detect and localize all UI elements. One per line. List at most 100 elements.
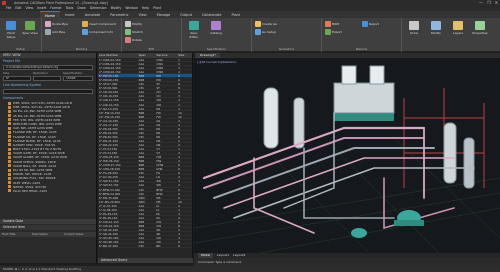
tab-annotate[interactable]: Annotate	[80, 11, 106, 18]
table-cell: 12	[178, 114, 182, 118]
table-cell: VT	[156, 151, 161, 155]
table-cell: 4"-HW-25-150	[99, 155, 119, 159]
tab-output[interactable]: Output	[175, 11, 197, 18]
component-tree-item[interactable]: PLUG HEX HEAD, A105	[0, 189, 96, 193]
rotate-icon	[125, 37, 131, 43]
ribbon-tabs: Home Insert Annotate Parametric View Man…	[0, 11, 500, 18]
report-button[interactable]: Report	[362, 21, 379, 27]
tab-plant[interactable]: Plant	[226, 11, 245, 18]
route-pipe-button[interactable]: Route Pipe	[45, 21, 68, 27]
spec-view-button[interactable]: Spec View	[22, 21, 38, 35]
plant-setup-button[interactable]: Plant Setup	[3, 21, 19, 39]
modify-button[interactable]: Modify	[125, 21, 142, 27]
table-cell: ST	[156, 86, 160, 90]
tab-view[interactable]: View	[134, 11, 152, 18]
tab-manage[interactable]: Manage	[152, 11, 175, 18]
line-number-field[interactable]	[3, 89, 93, 94]
table-cell: 6	[178, 163, 180, 167]
table-cell: 6"-PR-19-300	[99, 130, 118, 134]
col-field-title[interactable]: Field Title	[0, 232, 32, 237]
maximize-button[interactable]: ❐	[487, 0, 491, 5]
add-pipe-button[interactable]: Add Pipe	[45, 29, 65, 35]
bom-icon	[325, 21, 331, 27]
project-file-field[interactable]: C:\CADWorx\Plant\Project\Plant.cfg	[3, 65, 93, 70]
advanced-query-footer[interactable]: Advanced Query	[98, 258, 193, 263]
table-cell: C3C	[138, 244, 145, 248]
table-cell: B2B	[138, 110, 145, 114]
model-viewport[interactable]: Drawing1* [-][SE Isometric][Realistic]	[194, 53, 500, 258]
table-cell: 6	[178, 167, 180, 171]
table-cell: 2	[178, 138, 180, 142]
component-info-button[interactable]: Component Info	[82, 29, 113, 35]
draw-button[interactable]: Draw	[406, 21, 422, 35]
table-cell: 10"-FW-14-150	[99, 110, 121, 114]
table-cell: 2"-LO-30-150	[99, 175, 118, 179]
modify-tool-button[interactable]: Modify	[428, 21, 444, 35]
spec-editor-button[interactable]: Spec Editor	[186, 21, 202, 39]
table-cell: 3"-CD-10-150	[99, 94, 119, 98]
ribbon-group-isometrics: Create Iso Iso Setup Isometrics	[252, 18, 322, 52]
export-button[interactable]: Export	[325, 29, 342, 35]
table-cell: A1A	[138, 62, 145, 66]
spec-view-panel: SPEC VIEW Project File C:\CADWorx\Plant\…	[0, 53, 97, 263]
tab-parametric[interactable]: Parametric	[105, 11, 133, 18]
stretch-button[interactable]: Stretch	[125, 29, 143, 35]
section-line-numbering[interactable]: Line Numbering System	[0, 82, 96, 88]
table-cell: 6	[178, 130, 180, 134]
table-cell: LO	[156, 175, 161, 179]
table-cell: CHR	[156, 167, 163, 171]
component-icon	[8, 105, 11, 109]
specification-select[interactable]: 150LB	[63, 76, 93, 81]
table-cell: 2	[178, 62, 180, 66]
create-iso-button[interactable]: Create Iso	[255, 21, 277, 27]
rotate-button[interactable]: Rotate	[125, 37, 142, 43]
table-row[interactable]: 8"-BD-47-300 C3C BD 8	[98, 244, 192, 249]
table-cell: AIR	[156, 102, 162, 106]
table-cell: 8"-CW-42-150	[99, 223, 119, 227]
bom-button[interactable]: BOM	[325, 21, 339, 27]
table-cell: A1A	[138, 232, 145, 236]
table-cell: 8	[178, 82, 180, 86]
iso-setup-button[interactable]: Iso Setup	[255, 29, 276, 35]
component-icon	[8, 135, 11, 138]
tab-collaborate[interactable]: Collaborate	[197, 11, 227, 18]
minimize-button[interactable]: —	[479, 0, 483, 5]
table-cell: 6"-OD-46-150	[99, 240, 119, 244]
layers-button[interactable]: Layers	[450, 21, 466, 35]
table-cell: 1	[178, 147, 180, 151]
component-icon	[8, 151, 11, 155]
reduction-select[interactable]	[33, 76, 61, 81]
component-icon	[8, 122, 11, 126]
table-cell: 4	[178, 155, 180, 159]
tab-home[interactable]: Home	[40, 11, 61, 18]
table-cell: 8	[178, 171, 180, 175]
selected-item-header[interactable]: Selected Item	[0, 225, 96, 230]
table-cell: MS	[156, 195, 161, 199]
table-cell: 8"-PR-20-300	[99, 134, 118, 138]
app-icon[interactable]	[2, 1, 6, 5]
catalog-button[interactable]: Catalog	[208, 21, 224, 35]
table-cell: AIR	[156, 98, 162, 102]
table-cell: 6"-PW-06-150	[99, 78, 119, 82]
table-cell: 3	[178, 211, 180, 215]
modify-icon	[125, 21, 131, 27]
table-cell: 2	[178, 227, 180, 232]
col-description[interactable]: Description	[32, 232, 64, 237]
section-project-file[interactable]: Project File	[0, 58, 96, 64]
table-cell: PW	[156, 78, 161, 82]
table-cell: PR	[156, 126, 161, 130]
table-cell: OD	[156, 240, 161, 244]
table-cell: A1A	[138, 179, 145, 183]
insert-component-button[interactable]: Insert Component	[82, 21, 116, 27]
col-current-value[interactable]: Current Value	[64, 232, 96, 237]
command-line[interactable]: Command: Type a command	[194, 258, 500, 266]
table-cell: A1A	[138, 147, 145, 151]
close-button[interactable]: ✕	[495, 0, 498, 5]
properties-button[interactable]: Properties	[472, 21, 488, 35]
group-label-setup: Setup	[16, 47, 25, 51]
tab-insert[interactable]: Insert	[60, 11, 80, 18]
size-select[interactable]: 6"	[3, 76, 31, 81]
table-cell: 3"-SD-44-150	[99, 232, 118, 236]
update-data-header[interactable]: Update Data	[0, 219, 96, 224]
cooling-tower	[333, 65, 395, 121]
